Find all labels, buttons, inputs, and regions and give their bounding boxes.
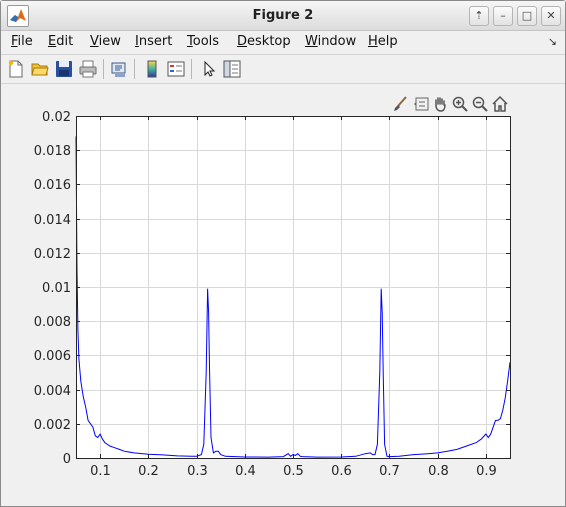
y-tick-label: 0.006 xyxy=(34,349,71,364)
plot-area: 0.1 0.2 0.3 0.4 0.5 0.6 0.7 0.8 0.9 0 0.002 0.004 0.… xyxy=(34,110,511,479)
x-tick-label: 0.1 xyxy=(90,464,111,479)
x-tick-label: 0.5 xyxy=(283,464,304,479)
y-tick-label: 0.018 xyxy=(34,144,71,159)
x-tick-label: 0.6 xyxy=(331,464,352,479)
y-tick-label: 0.016 xyxy=(34,178,71,193)
y-tick-label: 0.004 xyxy=(34,384,71,399)
y-tick-label: 0.002 xyxy=(34,418,71,433)
x-tick-label: 0.4 xyxy=(235,464,256,479)
x-tick-label: 0.7 xyxy=(379,464,400,479)
x-tick-label: 0.9 xyxy=(476,464,497,479)
x-tick-label: 0.3 xyxy=(187,464,208,479)
y-tick-label: 0.012 xyxy=(34,247,71,262)
y-tick-label: 0.014 xyxy=(34,213,71,228)
y-tick-label: 0.02 xyxy=(42,110,71,125)
y-tick-label: 0 xyxy=(63,452,71,467)
x-tick-label: 0.2 xyxy=(138,464,159,479)
y-tick-label: 0.008 xyxy=(34,315,71,330)
x-tick-label: 0.8 xyxy=(428,464,449,479)
y-tick-label: 0.01 xyxy=(42,281,71,296)
